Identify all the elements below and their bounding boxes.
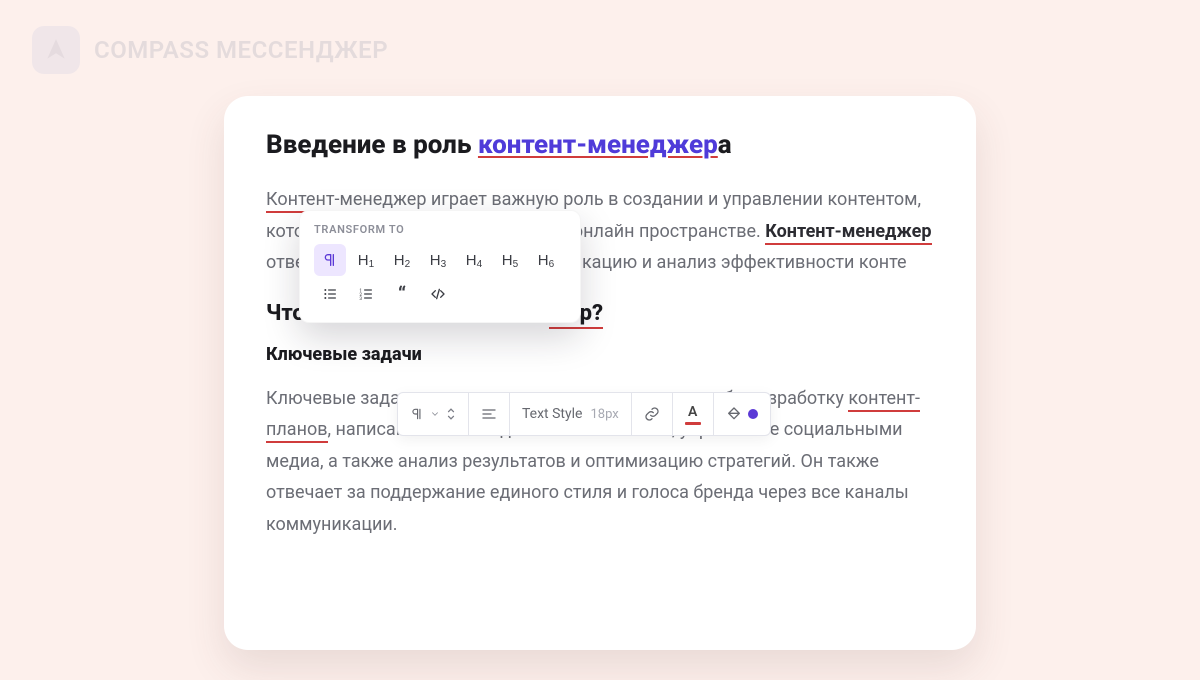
h3-text: Ключевые задачи [266,344,422,365]
transform-h3[interactable]: H3 [422,244,454,276]
brand-name: COMPASS МЕССЕНДЖЕР [94,36,388,64]
align-left-icon [481,406,497,422]
transform-ordered-list[interactable]: 123 [350,278,382,310]
text-style-label: Text Style [522,406,582,422]
transform-quote[interactable]: “ [386,278,418,310]
p1-text-right: публикацию и анализ эффективности конте [528,252,907,273]
p2-u2b: планов [266,419,328,443]
transform-h1[interactable]: H1 [350,244,382,276]
chevron-down-icon [430,409,440,419]
transform-h6[interactable]: H6 [530,244,562,276]
transform-row-1: H1 H2 H3 H4 H5 H6 [314,244,566,276]
link-button[interactable] [632,393,673,435]
color-underline-icon [685,422,701,425]
svg-text:3: 3 [359,296,362,302]
doc-heading-1[interactable]: Введение в роль контент-менеджера [266,130,934,160]
align-button[interactable] [469,393,510,435]
inline-toolbar: Text Style 18px A [397,392,771,436]
transform-popover: TRANSFORM TO H1 H2 H3 H4 H5 H6 123 “ [299,210,581,323]
transform-row-2: 123 “ [314,278,566,310]
bucket-icon [726,406,742,422]
transform-h5[interactable]: H5 [494,244,526,276]
bullet-list-icon [322,286,338,302]
code-icon [429,286,447,302]
brand-logo [32,26,80,74]
h1-text-before: Введение в роль [266,130,478,160]
block-stepper[interactable] [446,406,456,422]
block-type-dropdown[interactable] [398,393,469,435]
letter-a-icon: A [688,404,697,420]
p1-underline-2: Контент-менеджер [765,221,931,245]
ordered-list-icon: 123 [358,286,374,302]
p2-u2a: контент- [848,388,920,412]
chevron-up-icon [446,406,456,414]
highlight-button[interactable] [714,393,770,435]
transform-h2[interactable]: H2 [386,244,418,276]
h1-role-link[interactable]: контент-менеджер [478,130,718,160]
transform-bullet-list[interactable] [314,278,346,310]
document-card: Введение в роль контент-менеджера Контен… [224,96,976,650]
pilcrow-icon [410,407,424,421]
pilcrow-icon [322,252,338,268]
compass-icon [43,37,69,63]
chevron-down-icon [446,414,456,422]
text-style-dropdown[interactable]: Text Style 18px [510,393,632,435]
font-size-value: 18px [590,407,618,422]
quote-icon: “ [398,286,406,302]
transform-code[interactable] [422,278,454,310]
p2-rest: , написание текстов для сайта или блога,… [266,419,909,535]
doc-heading-3[interactable]: Ключевые задачи [266,344,934,365]
highlight-swatch [748,409,758,419]
transform-paragraph[interactable] [314,244,346,276]
transform-title: TRANSFORM TO [314,223,566,236]
brand-header: COMPASS МЕССЕНДЖЕР [32,26,388,74]
h1-trailing: а [718,130,732,160]
link-icon [644,406,660,422]
transform-h4[interactable]: H4 [458,244,490,276]
text-color-button[interactable]: A [673,393,714,435]
